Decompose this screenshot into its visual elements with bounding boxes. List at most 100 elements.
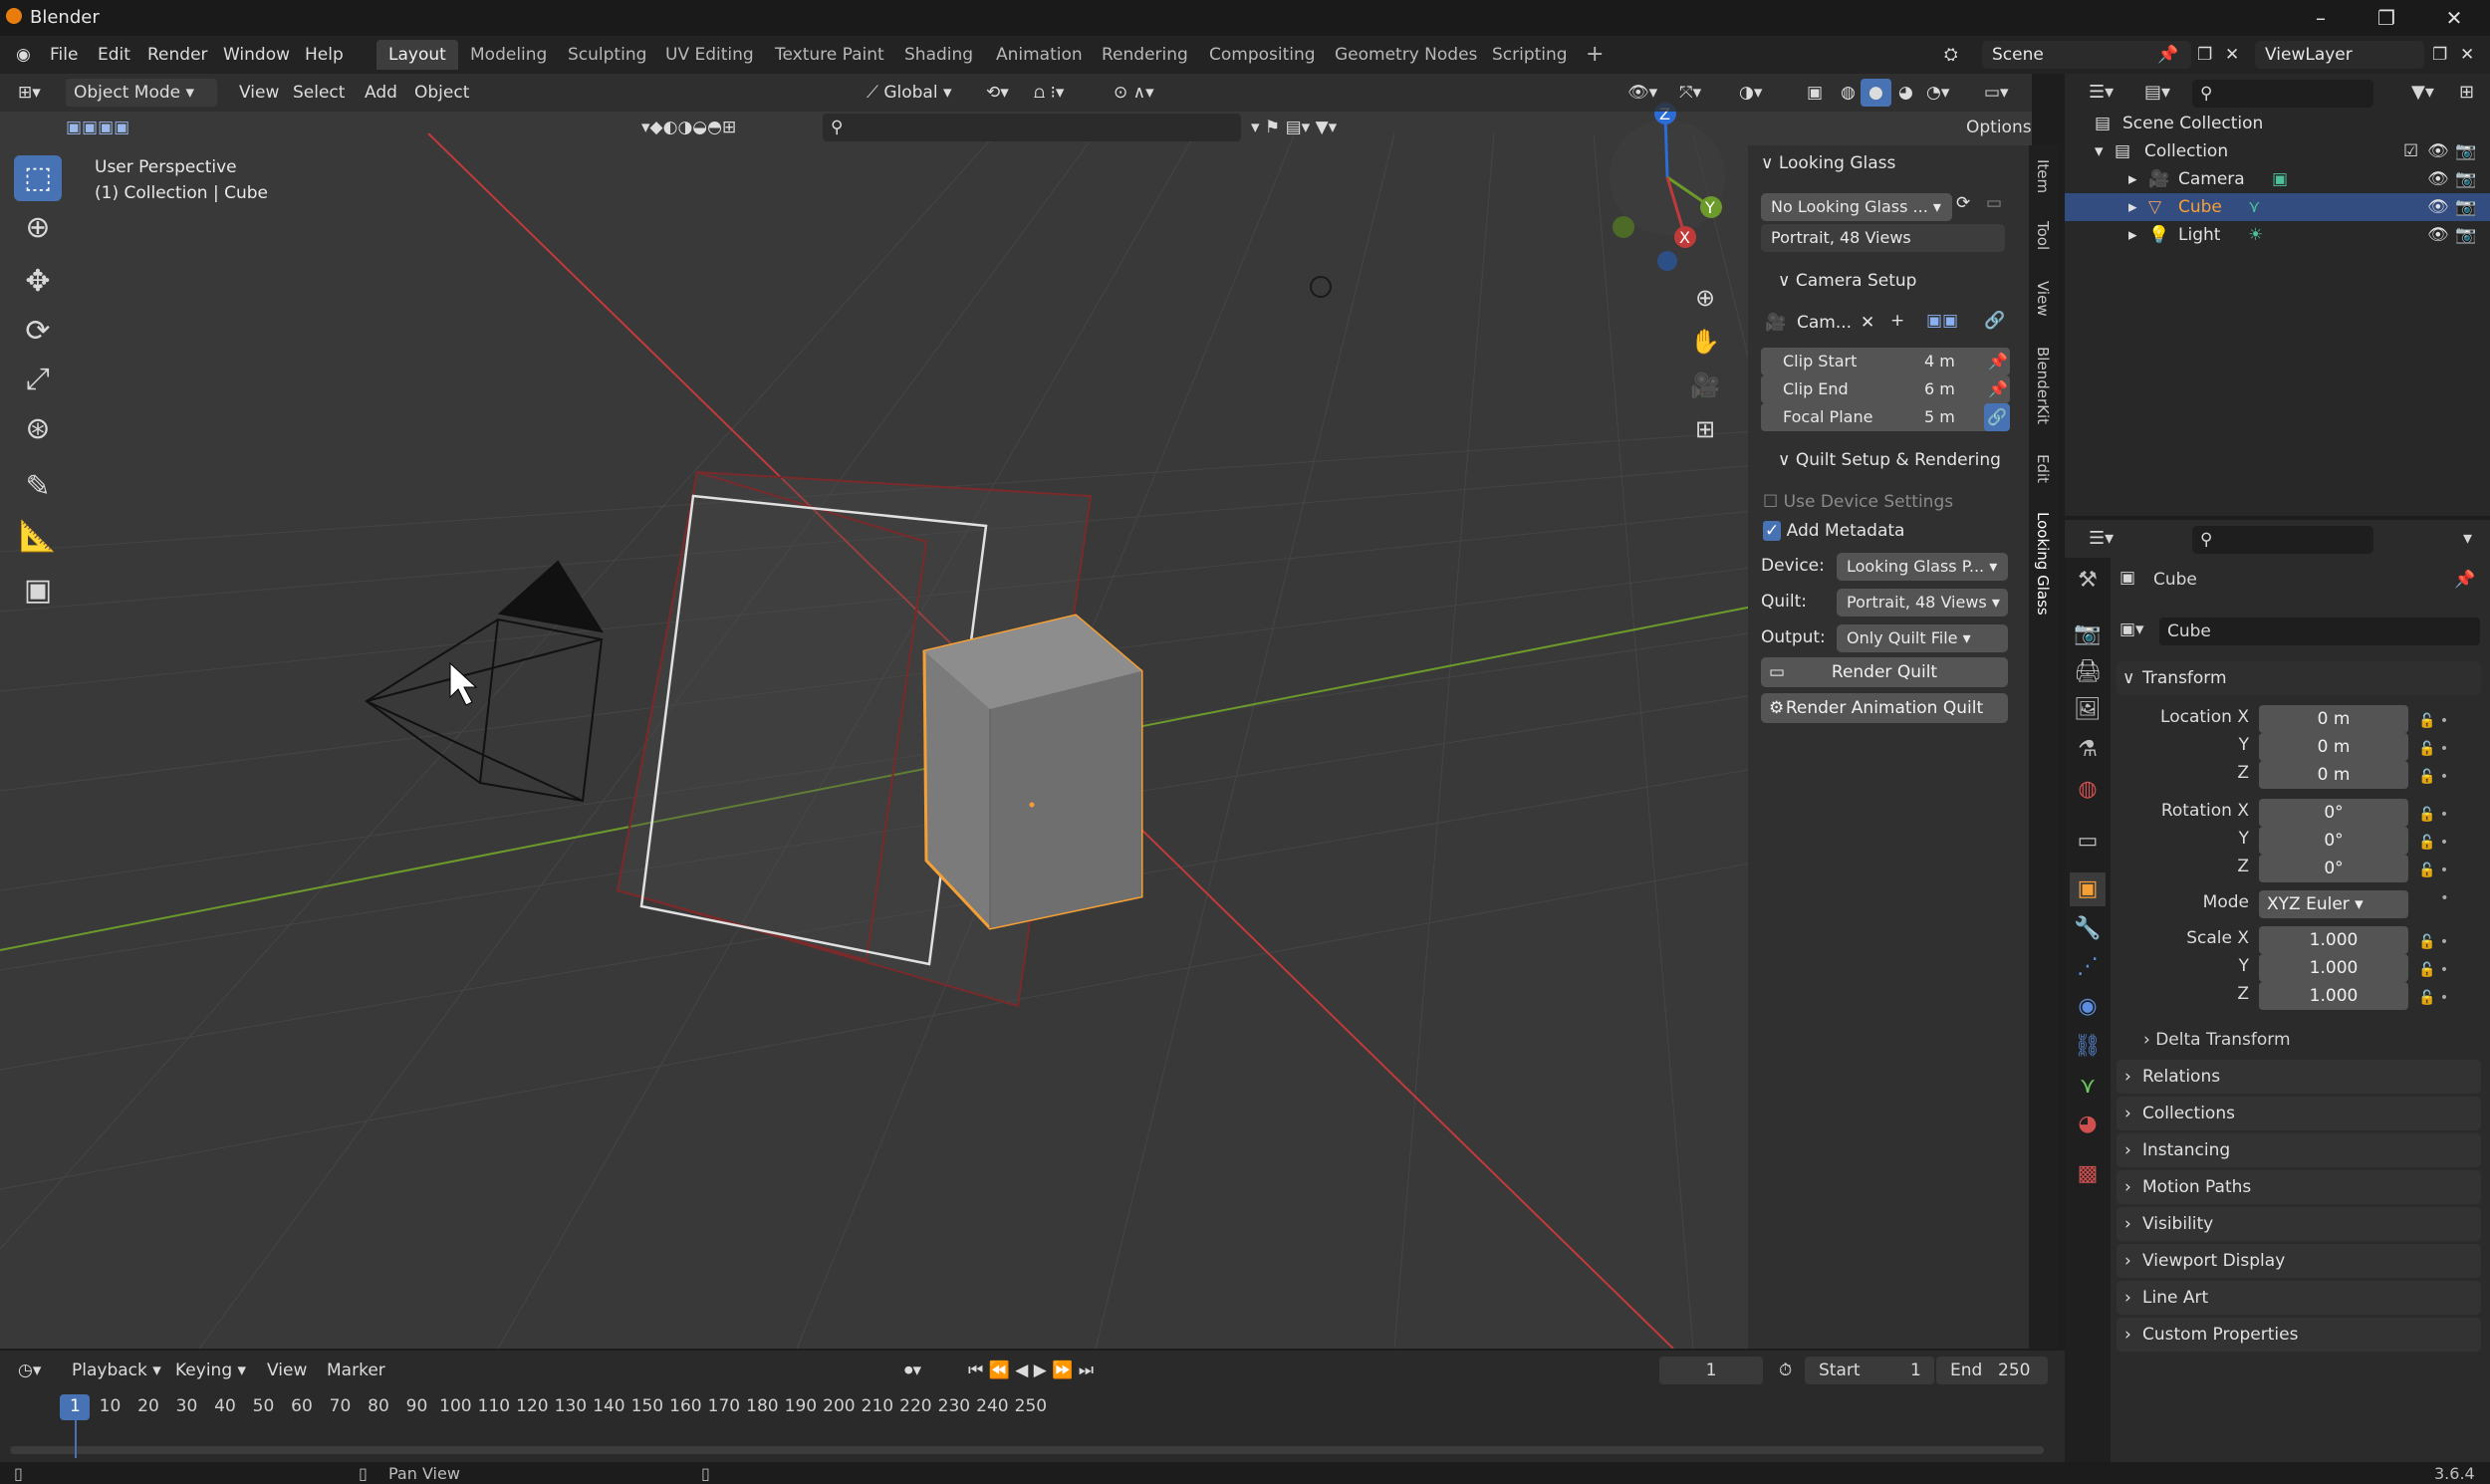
constraints-tab-icon[interactable]: ⛓ <box>2070 1030 2106 1064</box>
tab-compositing[interactable]: Compositing <box>1197 40 1328 70</box>
select-box-icon[interactable]: ⬚ <box>14 155 62 201</box>
quilt-setup-header[interactable]: ∨ Quilt Setup & Rendering <box>1778 450 2001 470</box>
properties-editor-icon[interactable]: ☰▾ <box>2089 528 2114 549</box>
viewport-display-panel[interactable]: › Viewport Display <box>2116 1244 2481 1278</box>
search-field[interactable]: ⚲ <box>823 114 1241 141</box>
menu-object[interactable]: Object <box>406 79 477 107</box>
scale-y-field[interactable]: 1.000 <box>2259 954 2408 982</box>
visibility-panel[interactable]: › Visibility <box>2116 1207 2481 1241</box>
motion-paths-panel[interactable]: › Motion Paths <box>2116 1170 2481 1204</box>
pin-icon[interactable]: 📌 <box>1988 375 2008 403</box>
camera-setup-header[interactable]: ∨ Camera Setup <box>1778 271 1916 291</box>
rotation-mode-selector[interactable]: XYZ Euler ▾ <box>2259 890 2408 918</box>
minimize-icon[interactable]: – <box>2299 4 2343 32</box>
ortho-toggle-icon[interactable]: ⊞ <box>1684 408 1726 450</box>
xray-icon[interactable]: ▣ <box>1799 79 1831 107</box>
tab-blenderkit[interactable]: BlenderKit <box>2034 347 2052 424</box>
tab-animation[interactable]: Animation <box>984 40 1095 70</box>
cube-object[interactable] <box>922 614 1143 930</box>
lock-icons[interactable]: 🔓 • 🔓 • 🔓 • <box>2418 707 2448 791</box>
menu-render[interactable]: Render <box>141 42 214 68</box>
object-name-field[interactable]: Cube <box>2159 618 2480 645</box>
filter-icons[interactable]: ▾◆◐◑◒◓⊞ <box>633 114 744 141</box>
render-tab-icon[interactable]: 📷 <box>2070 618 2106 651</box>
add-metadata-checkbox[interactable]: ✓ Add Metadata <box>1763 521 1904 541</box>
rotation-lock-icons[interactable]: 🔓 • 🔓 • 🔓 • • <box>2418 801 2449 912</box>
pivot-icon[interactable]: ⟲▾ <box>978 79 1017 107</box>
collections-panel[interactable]: › Collections <box>2116 1097 2481 1130</box>
timeline-scrollbar[interactable] <box>10 1446 2044 1454</box>
looking-glass-header[interactable]: ∨ Looking Glass <box>1761 153 1895 173</box>
add-camera-icon[interactable]: + <box>1890 311 1904 331</box>
toggle-icons[interactable]: ▾ ⚑ ▤▾ ▼▾ <box>1243 114 1345 141</box>
cursor-icon[interactable]: ⊕ <box>14 205 62 251</box>
tab-tool[interactable]: Tool <box>2034 221 2052 250</box>
start-frame-field[interactable]: Start 1 <box>1805 1357 1934 1384</box>
new-viewlayer-icon[interactable]: ❐ <box>2426 42 2453 68</box>
scale-lock-icons[interactable]: 🔓 • 🔓 • 🔓 • <box>2418 928 2448 1012</box>
outliner-item-cube[interactable]: ▸ ▽ Cube ⋎ 👁 📷 <box>2065 193 2490 221</box>
tool-tab-icon[interactable]: ⚒ <box>2070 564 2106 598</box>
editor-type-icon[interactable]: ⊞▾ <box>10 79 49 107</box>
pin-icon[interactable]: 📌 <box>2454 570 2475 590</box>
menu-help[interactable]: Help <box>299 42 350 68</box>
close-icon[interactable]: ✕ <box>2432 4 2476 32</box>
clip-end-field[interactable]: Clip End 6 m 📌 <box>1761 375 2010 403</box>
menu-window[interactable]: Window <box>217 42 296 68</box>
include-checkbox-icon[interactable]: ☑ <box>2403 137 2418 165</box>
camera-render-icon[interactable]: 📷 <box>2455 221 2476 249</box>
camera-data-icon[interactable]: ▣ <box>2272 165 2288 193</box>
visibility-icon[interactable]: 👁▾ <box>1619 79 1665 107</box>
camera-name-field[interactable]: Cam... <box>1797 313 1852 333</box>
line-art-panel[interactable]: › Line Art <box>2116 1281 2481 1315</box>
menu-view[interactable]: View <box>231 79 287 107</box>
transform-orientation[interactable]: ⟋ Global ▾ <box>859 79 966 107</box>
particles-tab-icon[interactable]: ⋰ <box>2070 950 2106 984</box>
view-layer-tab-icon[interactable]: 🖼 <box>2070 693 2106 727</box>
quilt-selector[interactable]: Portrait, 48 Views ▾ <box>1837 589 2008 617</box>
shading-solid-icon[interactable]: ● <box>1861 79 1891 107</box>
custom-properties-panel[interactable]: › Custom Properties <box>2116 1318 2481 1352</box>
instancing-panel[interactable]: › Instancing <box>2116 1133 2481 1167</box>
display-selector[interactable]: No Looking Glass ... ▾ <box>1761 193 1952 221</box>
mode-selector[interactable]: Object Mode ▾ <box>66 79 217 107</box>
pan-icon[interactable]: ✋ <box>1684 321 1726 363</box>
outliner-item-camera[interactable]: ▸ 🎥 Camera ▣ 👁 📷 <box>2065 165 2490 193</box>
expand-icon[interactable]: ▾ <box>2095 137 2104 165</box>
render-quilt-button[interactable]: ▭ Render Quilt <box>1761 657 2008 687</box>
eye-icon[interactable]: 👁 <box>2427 137 2449 165</box>
transform-panel-header[interactable]: ∨ Transform <box>2116 661 2481 695</box>
physics-tab-icon[interactable]: ◉ <box>2070 990 2106 1024</box>
scale-z-field[interactable]: 1.000 <box>2259 982 2408 1010</box>
data-tab-icon[interactable]: ⋎ <box>2070 1070 2106 1104</box>
display-mode-icon[interactable]: ▤▾ <box>2144 82 2170 103</box>
select-mode-icons[interactable]: ▣▣▣▣ <box>58 114 137 141</box>
menu-select[interactable]: Select <box>285 79 353 107</box>
tab-item[interactable]: Item <box>2034 159 2052 193</box>
tab-view[interactable]: View <box>2034 281 2052 317</box>
end-frame-field[interactable]: End 250 <box>1936 1357 2048 1384</box>
clip-start-field[interactable]: Clip Start 4 m 📌 <box>1761 348 2010 375</box>
frustum-toggle-icons[interactable]: ▣▣ <box>1926 311 1958 331</box>
blender-menu-icon[interactable]: ◉ <box>10 42 37 68</box>
tab-texture-paint[interactable]: Texture Paint <box>763 40 896 70</box>
menu-file[interactable]: File <box>44 42 84 68</box>
pin-icon[interactable]: 📌 <box>2151 42 2184 68</box>
location-x-field[interactable]: 0 m <box>2259 705 2408 733</box>
expand-icon[interactable]: ▸ <box>2128 193 2137 221</box>
rotation-z-field[interactable]: 0° <box>2259 855 2408 882</box>
new-collection-icon[interactable]: ⊞ <box>2459 82 2474 103</box>
tab-rendering[interactable]: Rendering <box>1090 40 1200 70</box>
annotate-icon[interactable]: ✎ <box>14 464 62 510</box>
outliner-search-input[interactable]: ⚲ <box>2192 80 2373 108</box>
scene-icon[interactable]: ⛭ <box>1938 42 1964 68</box>
outliner-scene-collection[interactable]: ▤ Scene Collection <box>2065 110 2490 137</box>
shading-material-icon[interactable]: ◕ <box>1890 79 1921 107</box>
camera-view-icon[interactable]: 🎥 <box>1684 365 1726 406</box>
move-icon[interactable]: ✥ <box>14 259 62 305</box>
timeline-view-menu[interactable]: View <box>259 1357 315 1384</box>
scale-icon[interactable]: ⤢ <box>14 357 62 402</box>
object-tab-icon[interactable]: ▣ <box>2070 872 2106 906</box>
refresh-icon[interactable]: ⟳ <box>1956 193 1970 213</box>
playback-controls-icons[interactable]: ⏮ ⏪ ◀ ▶ ⏩ ⏭ <box>960 1357 1102 1384</box>
